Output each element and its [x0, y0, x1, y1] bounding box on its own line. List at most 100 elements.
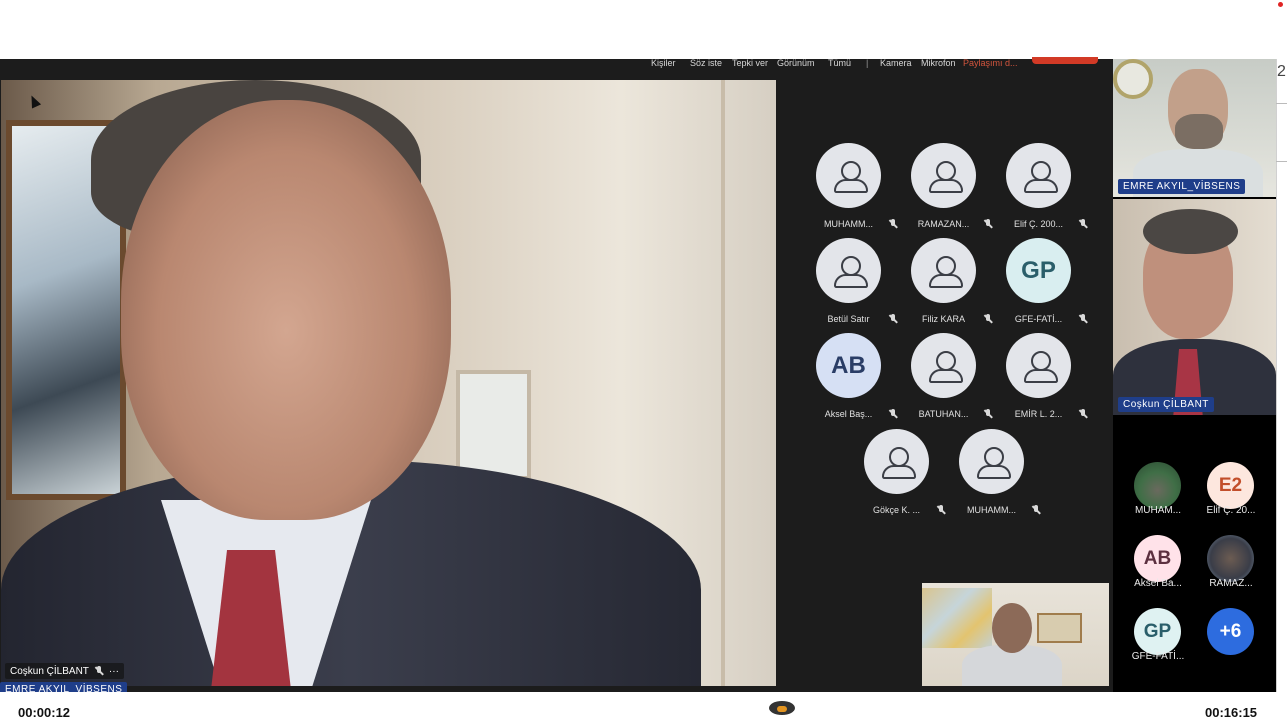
divider: [1276, 161, 1287, 162]
participant-avatar-icon: [816, 238, 881, 303]
participant-hair: [1143, 209, 1238, 254]
participant-initials-avatar: AB: [816, 333, 881, 398]
participant-avatar-icon: [911, 238, 976, 303]
participant-tile[interactable]: AB Aksel Baş...: [801, 333, 896, 428]
toolbar-view-button[interactable]: Görünüm: [777, 59, 815, 79]
mini-participant[interactable]: GP GFE-FATİ...: [1123, 608, 1193, 676]
person-icon: [1023, 350, 1058, 383]
mini-participant-name: RAMAZ...: [1209, 578, 1253, 589]
wall-map: [922, 588, 992, 648]
door-edge: [721, 80, 725, 686]
participant-name: Elif Ç. 200...: [1013, 219, 1064, 229]
mic-muted-icon: [1032, 505, 1040, 515]
participant-tile[interactable]: MUHAMM...: [944, 429, 1039, 524]
toolbar-raise-hand-button[interactable]: Söz iste: [690, 59, 722, 79]
toolbar-share-button[interactable]: Paylaşımı d...: [963, 59, 1018, 79]
participant-video-emre[interactable]: [1113, 59, 1276, 197]
elapsed-time: 00:00:12: [18, 705, 71, 720]
mini-participant-name: GFE-FATİ...: [1131, 651, 1185, 662]
participant-name: Betül Satır: [827, 314, 870, 324]
participant-initials-avatar: E2: [1207, 462, 1254, 509]
participant-photo-avatar: [1207, 535, 1254, 582]
participant-avatar-icon: [911, 333, 976, 398]
participant-tile[interactable]: Elif Ç. 200...: [991, 143, 1086, 238]
participant-name: MUHAMM...: [824, 219, 873, 229]
participant-name: GFE-FATİ...: [1014, 314, 1063, 324]
person-icon: [928, 255, 963, 288]
mic-muted-icon: [95, 666, 103, 676]
participant-tile[interactable]: Filiz KARA: [896, 238, 991, 333]
participant-tile[interactable]: EMİR L. 2...: [991, 333, 1086, 428]
mini-participant-name: MUHAM...: [1134, 505, 1182, 516]
toolbar-separator: |: [866, 58, 869, 68]
mini-participant[interactable]: E2 Elif Ç. 20...: [1196, 462, 1266, 530]
person-icon: [881, 446, 916, 479]
participant-tile[interactable]: GP GFE-FATİ...: [991, 238, 1086, 333]
recording-dot-icon: [1278, 2, 1283, 7]
more-options-icon[interactable]: ···: [109, 666, 119, 677]
participant-name: Filiz KARA: [921, 314, 965, 324]
participant-tile[interactable]: Betül Satır: [801, 238, 896, 333]
participant-name: RAMAZAN...: [917, 219, 970, 229]
mic-muted-icon: [1079, 314, 1087, 324]
toolbar-people-button[interactable]: Kişiler: [651, 59, 676, 79]
main-speaker-name-tag: Coşkun ÇİLBANT ···: [5, 663, 124, 679]
participant-name-tag-emre: EMRE AKYIL_VİBSENS: [1118, 179, 1246, 194]
participant-tile[interactable]: MUHAMM...: [801, 143, 896, 238]
participant-initials-avatar: GP: [1006, 238, 1071, 303]
mini-participant[interactable]: AB Aksel Ba...: [1123, 535, 1193, 603]
self-view-video[interactable]: [922, 583, 1109, 686]
toolbar-all-button[interactable]: Tümü: [828, 59, 851, 79]
more-participants-button[interactable]: +6: [1196, 608, 1266, 676]
toolbar-react-button[interactable]: Tepki ver: [732, 59, 768, 79]
participant-tile[interactable]: RAMAZAN...: [896, 143, 991, 238]
person-icon: [928, 160, 963, 193]
player-bottom-bar: [0, 692, 1287, 711]
mini-participant-name: Aksel Ba...: [1134, 578, 1182, 589]
wall-clock: [1113, 59, 1153, 99]
speaker-face: [121, 100, 451, 520]
mini-participant[interactable]: RAMAZ...: [1196, 535, 1266, 603]
participant-initials-avatar: GP: [1134, 608, 1181, 655]
participant-avatar-icon: [1006, 333, 1071, 398]
participant-avatar-icon: [959, 429, 1024, 494]
participant-avatar-icon: [864, 429, 929, 494]
participant-tile[interactable]: Gökçe K. ...: [849, 429, 944, 524]
wall-frame: [456, 370, 531, 480]
participant-tile[interactable]: BATUHAN...: [896, 333, 991, 428]
wall-frame-bike: [1037, 613, 1082, 643]
total-time: 00:16:15: [1205, 705, 1258, 720]
participant-name: MUHAMM...: [967, 505, 1016, 515]
participant-beard: [1175, 114, 1223, 149]
participant-name: Aksel Baş...: [824, 409, 873, 419]
main-speaker-video[interactable]: [1, 80, 776, 686]
background-window-number: 2: [1277, 63, 1286, 80]
participant-name-tag-coskun: Coşkun ÇİLBANT: [1118, 397, 1214, 412]
mic-muted-icon: [1079, 409, 1087, 419]
mic-muted-icon: [1079, 219, 1087, 229]
main-speaker-name: Coşkun ÇİLBANT: [10, 665, 89, 677]
participant-name: Gökçe K. ...: [872, 505, 921, 515]
meeting-toolbar: Kişiler Söz iste Tepki ver Görünüm Tümü …: [620, 57, 1113, 79]
playhead-knob-inner: [777, 706, 787, 712]
participant-video-coskun[interactable]: [1113, 199, 1276, 415]
participant-name: EMİR L. 2...: [1014, 409, 1063, 419]
toolbar-mic-button[interactable]: Mikrofon: [921, 59, 956, 79]
background-window-edge: [1276, 59, 1287, 692]
participant-name: BATUHAN...: [918, 409, 969, 419]
mini-participant-name: Elif Ç. 20...: [1206, 505, 1256, 516]
mini-participant[interactable]: MUHAM...: [1123, 462, 1193, 530]
toolbar-camera-button[interactable]: Kamera: [880, 59, 912, 79]
leave-meeting-button[interactable]: [1032, 57, 1098, 64]
participant-initials-avatar: +6: [1207, 608, 1254, 655]
participant-photo-avatar: [1134, 462, 1181, 509]
participant-avatar-icon: [1006, 143, 1071, 208]
person-icon: [976, 446, 1011, 479]
participant-initials-avatar: AB: [1134, 535, 1181, 582]
window-top-bar: [0, 0, 1287, 59]
person-icon: [833, 255, 868, 288]
person-icon: [1023, 160, 1058, 193]
self-face: [992, 603, 1032, 653]
person-icon: [928, 350, 963, 383]
participant-avatar-icon: [816, 143, 881, 208]
